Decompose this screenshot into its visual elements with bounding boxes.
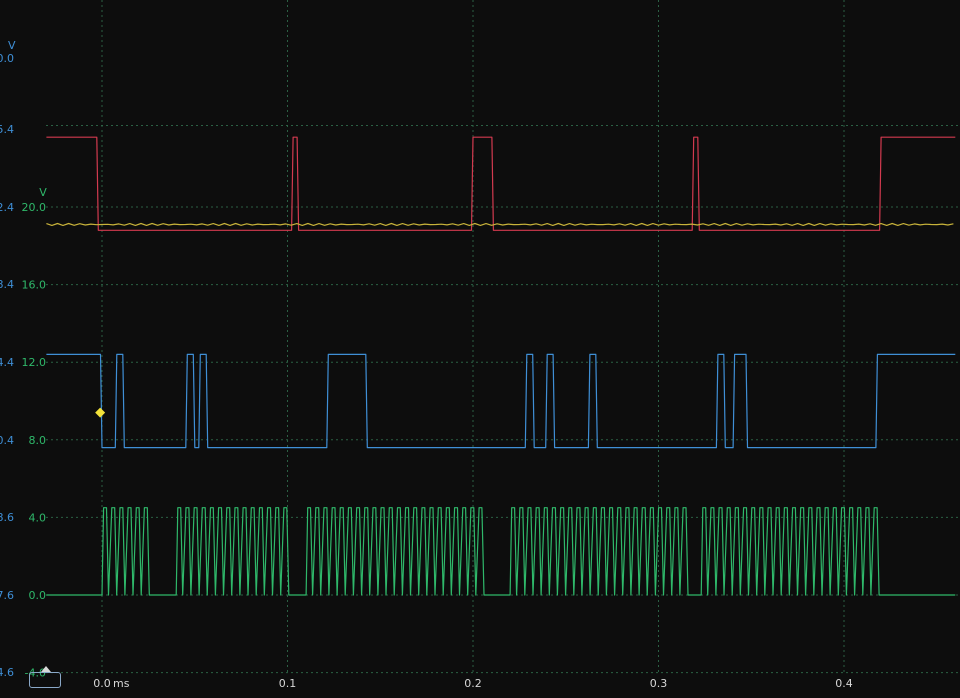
x-tick-1: 0.1: [279, 677, 297, 690]
y-tick-blue-2: 2.4: [0, 201, 14, 214]
y-tick-blue-4: 4.4: [0, 356, 14, 369]
traces: [46, 136, 956, 596]
x-tick-2: 0.2: [464, 677, 482, 690]
y-unit-green: V: [39, 186, 47, 199]
y-tick-green-3: 8.0: [29, 434, 47, 447]
y-tick-blue-7: 7.6: [0, 589, 14, 602]
trigger-marker: [95, 407, 106, 418]
y-tick-blue-0: 0.0: [0, 52, 14, 65]
y-unit-blue: V: [8, 39, 16, 52]
y-tick-blue-6: 8.6: [0, 511, 14, 524]
y-tick-blue-3: 8.4: [0, 278, 14, 291]
trigger-arrow-icon[interactable]: [41, 666, 51, 672]
y-tick-green-2: 12.0: [22, 356, 47, 369]
x-tick-0: 0.0: [93, 677, 111, 690]
x-unit: ms: [113, 677, 130, 690]
y-tick-green-1: 16.0: [22, 279, 47, 292]
x-tick-3: 0.3: [650, 677, 668, 690]
oscilloscope-chart: V0.05.42.48.44.40.48.67.64.6V20.016.012.…: [0, 0, 960, 690]
trace-series-2: [46, 353, 956, 449]
trace-series-1: [46, 222, 954, 226]
y-tick-blue-8: 4.6: [0, 666, 14, 679]
trace-series-3: [46, 507, 956, 596]
y-tick-blue-1: 5.4: [0, 123, 14, 136]
y-tick-green-4: 4.0: [29, 511, 47, 524]
timebase-control-button[interactable]: [29, 672, 61, 688]
markers: [95, 407, 106, 418]
y-tick-blue-5: 0.4: [0, 434, 14, 447]
y-tick-green-5: 0.0: [29, 589, 47, 602]
trace-series-0: [46, 136, 956, 231]
x-tick-4: 0.4: [835, 677, 853, 690]
y-tick-green-0: 20.0: [22, 201, 47, 214]
